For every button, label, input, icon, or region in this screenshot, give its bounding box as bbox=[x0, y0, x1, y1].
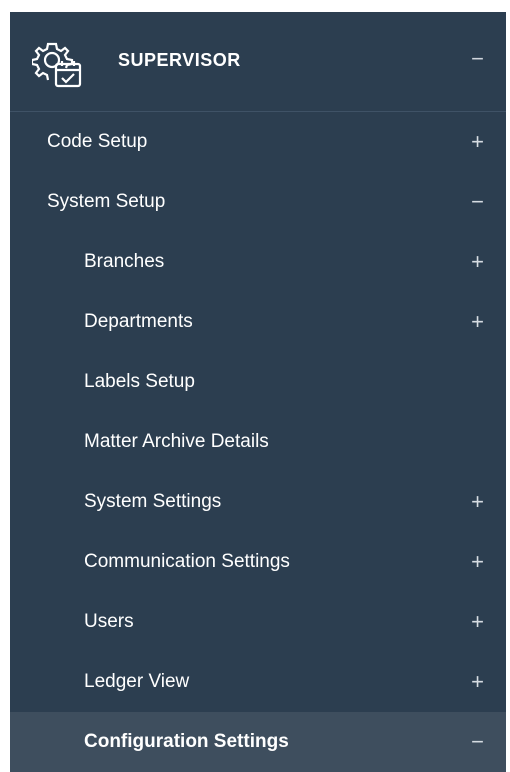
menu-item-ledger-view[interactable]: Ledger View + bbox=[10, 652, 506, 712]
expand-plus-icon[interactable]: + bbox=[471, 129, 484, 155]
supervisor-title: SUPERVISOR bbox=[118, 50, 241, 70]
expand-plus-icon[interactable]: + bbox=[471, 489, 484, 515]
settings-calendar-icon bbox=[32, 42, 82, 88]
menu-item-label: Configuration Settings bbox=[84, 731, 289, 752]
menu-item-label: System Setup bbox=[47, 191, 166, 212]
menu-item-label: Matter Archive Details bbox=[84, 431, 269, 452]
menu-item-system-settings[interactable]: System Settings + bbox=[10, 472, 506, 532]
menu-item-system-setup[interactable]: System Setup − bbox=[10, 172, 506, 232]
menu-item-label: Ledger View bbox=[84, 671, 190, 692]
menu-item-label: Branches bbox=[84, 251, 165, 272]
supervisor-header[interactable]: SUPERVISOR − bbox=[10, 12, 506, 112]
menu-item-matter-archive-details[interactable]: Matter Archive Details bbox=[10, 412, 506, 472]
supervisor-menu-panel: SUPERVISOR − Code Setup + System Setup − Bra… bbox=[10, 12, 506, 772]
menu-item-label: Communication Settings bbox=[84, 551, 290, 572]
menu-item-label: Users bbox=[84, 611, 134, 632]
expand-plus-icon[interactable]: + bbox=[471, 609, 484, 635]
menu-item-communication-settings[interactable]: Communication Settings + bbox=[10, 532, 506, 592]
menu-item-branches[interactable]: Branches + bbox=[10, 232, 506, 292]
menu-item-code-setup[interactable]: Code Setup + bbox=[10, 112, 506, 172]
menu-item-labels-setup[interactable]: Labels Setup bbox=[10, 352, 506, 412]
menu-item-label: Labels Setup bbox=[84, 371, 195, 392]
menu-item-label: Departments bbox=[84, 311, 193, 332]
collapse-minus-icon[interactable]: − bbox=[471, 189, 484, 215]
expand-plus-icon[interactable]: + bbox=[471, 309, 484, 335]
menu-item-label: System Settings bbox=[84, 491, 222, 512]
collapse-toggle-icon[interactable]: − bbox=[471, 46, 484, 72]
supervisor-menu-list: Code Setup + System Setup − Branches + Departm… bbox=[10, 112, 506, 772]
menu-item-configuration-settings[interactable]: Configuration Settings − bbox=[10, 712, 506, 772]
expand-plus-icon[interactable]: + bbox=[471, 249, 484, 275]
menu-item-label: Code Setup bbox=[47, 131, 148, 152]
expand-plus-icon[interactable]: + bbox=[471, 669, 484, 695]
collapse-minus-icon[interactable]: − bbox=[471, 729, 484, 755]
menu-item-users[interactable]: Users + bbox=[10, 592, 506, 652]
expand-plus-icon[interactable]: + bbox=[471, 549, 484, 575]
menu-item-departments[interactable]: Departments + bbox=[10, 292, 506, 352]
